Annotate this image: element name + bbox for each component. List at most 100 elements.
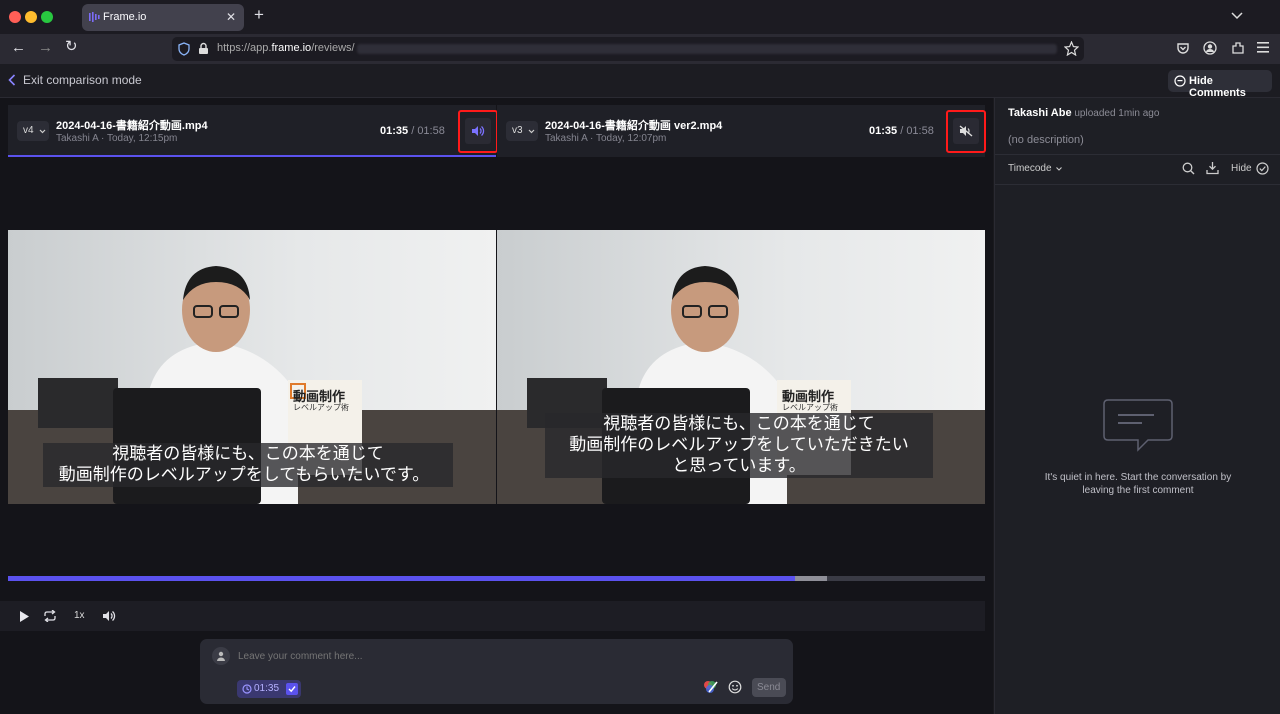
user-icon: [217, 651, 225, 661]
left-duration: 01:58: [417, 125, 445, 137]
right-subtitles: 視聴者の皆様にも、この本を通じて 動画制作のレベルアップをしていただきたい と思…: [545, 413, 933, 478]
lock-icon[interactable]: [198, 42, 209, 55]
divider: [995, 184, 1280, 185]
right-timecode: 01:35 / 01:58: [869, 125, 934, 137]
exit-comparison-button[interactable]: Exit comparison mode: [8, 73, 142, 87]
playback-speed-button[interactable]: 1x: [74, 610, 85, 621]
chevron-down-icon: [1055, 166, 1062, 171]
url-redacted-blur: [357, 44, 1057, 54]
left-book-subtitle: レベルアップ術: [293, 403, 349, 412]
left-audio-button[interactable]: [465, 118, 491, 144]
url-path: /reviews/: [311, 42, 355, 54]
loop-icon[interactable]: [43, 610, 57, 622]
extensions-icon[interactable]: [1231, 41, 1245, 55]
bookmark-star-icon[interactable]: [1064, 41, 1079, 56]
comment-input[interactable]: [236, 646, 776, 666]
sort-dropdown[interactable]: Timecode: [1008, 163, 1062, 174]
hide-comments-button[interactable]: Hide Comments: [1168, 70, 1272, 99]
right-version-label: v3: [512, 125, 523, 136]
pocket-icon[interactable]: [1176, 41, 1190, 55]
menu-icon[interactable]: [1257, 42, 1269, 53]
timestamp-toggle[interactable]: 01:35: [237, 680, 301, 698]
left-version-selector[interactable]: v4: [17, 121, 49, 141]
chevron-down-icon: [39, 129, 46, 134]
uploader-name: Takashi Abe: [1008, 107, 1072, 119]
upload-info: Takashi Abe uploaded 1min ago: [1008, 107, 1159, 119]
url-domain: frame.io: [271, 42, 312, 54]
close-tab-icon[interactable]: ✕: [226, 10, 236, 24]
right-duration: 01:58: [906, 125, 934, 137]
comment-bubble-icon: [1174, 75, 1186, 87]
speaker-muted-icon: [959, 125, 973, 137]
annotation-pencil-icon[interactable]: [703, 680, 718, 694]
empty-comments-icon: [1103, 399, 1173, 452]
back-arrow-icon[interactable]: ←: [11, 40, 26, 55]
chevron-left-icon: [8, 74, 16, 86]
playback-timeline[interactable]: [8, 576, 985, 581]
minimize-window-button[interactable]: [25, 11, 37, 23]
right-audio-button[interactable]: [953, 118, 979, 144]
browser-tab-bar: Frame.io ✕ +: [0, 0, 1280, 34]
new-tab-button[interactable]: +: [254, 6, 264, 23]
clock-icon: [242, 684, 252, 694]
right-version-selector[interactable]: v3: [506, 121, 538, 141]
left-subtitle-line: 視聴者の皆様にも、この本を通じて: [112, 444, 384, 464]
right-book-subtitle: レベルアップ術: [782, 403, 838, 412]
send-button[interactable]: Send: [752, 678, 786, 697]
hide-label: Hide: [1231, 163, 1252, 174]
right-video-header: v3 2024-04-16-書籍紹介動画 ver2.mp4 Takashi A …: [497, 105, 985, 157]
send-label: Send: [757, 682, 781, 693]
left-video-frame[interactable]: 動画制作 レベルアップ術 視聴者の皆様にも、この本を通じて 動画制作のレベルアッ…: [8, 230, 496, 504]
timestamp-checkbox[interactable]: [286, 683, 298, 695]
comment-composer: 01:35 Send: [200, 639, 793, 704]
right-current-time: 01:35: [869, 125, 898, 137]
left-version-label: v4: [23, 125, 34, 136]
checkmark-icon: [288, 686, 296, 693]
playback-controls: 1x: [0, 601, 985, 631]
download-icon[interactable]: [1206, 161, 1219, 175]
hide-completed-toggle[interactable]: Hide: [1231, 162, 1269, 175]
maximize-window-button[interactable]: [41, 11, 53, 23]
account-icon[interactable]: [1203, 41, 1217, 55]
forward-arrow-icon[interactable]: →: [38, 40, 53, 55]
play-icon[interactable]: [19, 610, 30, 623]
sort-label: Timecode: [1008, 163, 1052, 174]
url-bar[interactable]: https://app.frame.io/reviews/: [172, 37, 1084, 61]
right-subtitle-line: 動画制作のレベルアップをしていただきたい: [569, 435, 909, 455]
comments-panel: Takashi Abe uploaded 1min ago (no descri…: [994, 98, 1280, 714]
avatar: [212, 647, 230, 665]
speaker-on-icon: [472, 126, 485, 136]
left-subtitles: 視聴者の皆様にも、この本を通じて 動画制作のレベルアップをしてもらいたいです。: [43, 443, 453, 487]
reload-icon[interactable]: ↻: [65, 39, 78, 54]
check-circle-icon: [1255, 162, 1269, 175]
browser-tab[interactable]: Frame.io ✕: [82, 4, 244, 31]
url-prefix: https://app.: [217, 42, 272, 54]
url-text: https://app.frame.io/reviews/: [217, 42, 355, 54]
right-file-meta: Takashi A · Today, 12:07pm: [545, 133, 667, 144]
divider: [995, 154, 1280, 155]
close-window-button[interactable]: [9, 11, 21, 23]
hide-comments-label: Hide Comments: [1189, 75, 1246, 99]
left-file-meta: Takashi A · Today, 12:15pm: [56, 133, 178, 144]
left-active-indicator: [8, 155, 496, 157]
tab-title: Frame.io: [103, 11, 147, 23]
empty-message-line: It's quiet in here. Start the conversati…: [1044, 472, 1232, 483]
search-icon[interactable]: [1182, 162, 1195, 175]
left-time-separator: /: [408, 125, 418, 137]
empty-comments-message: It's quiet in here. Start the conversati…: [995, 471, 1280, 497]
left-subtitle-line: 動画制作のレベルアップをしてもらいたいです。: [58, 465, 430, 485]
tab-list-chevron-icon[interactable]: [1231, 12, 1243, 20]
right-video-frame[interactable]: 動画制作 レベルアップ術 視聴者の皆様にも、この本を通じて 動画制作のレベルアッ…: [497, 230, 985, 504]
right-filename: 2024-04-16-書籍紹介動画 ver2.mp4: [545, 120, 723, 132]
left-video-header: v4 2024-04-16-書籍紹介動画.mp4 Takashi A · Tod…: [8, 105, 496, 157]
volume-icon[interactable]: [102, 610, 116, 622]
app-header: Exit comparison mode: [0, 64, 1280, 98]
chevron-down-icon: [528, 129, 535, 134]
right-subtitle-line: 視聴者の皆様にも、この本を通じて: [603, 414, 875, 434]
exit-comparison-label: Exit comparison mode: [23, 73, 142, 87]
left-filename: 2024-04-16-書籍紹介動画.mp4: [56, 120, 208, 132]
emoji-icon[interactable]: [728, 680, 742, 694]
tracking-shield-icon[interactable]: [178, 42, 190, 56]
upload-time: uploaded 1min ago: [1071, 108, 1160, 119]
right-subtitle-line: と思っています。: [672, 456, 806, 476]
